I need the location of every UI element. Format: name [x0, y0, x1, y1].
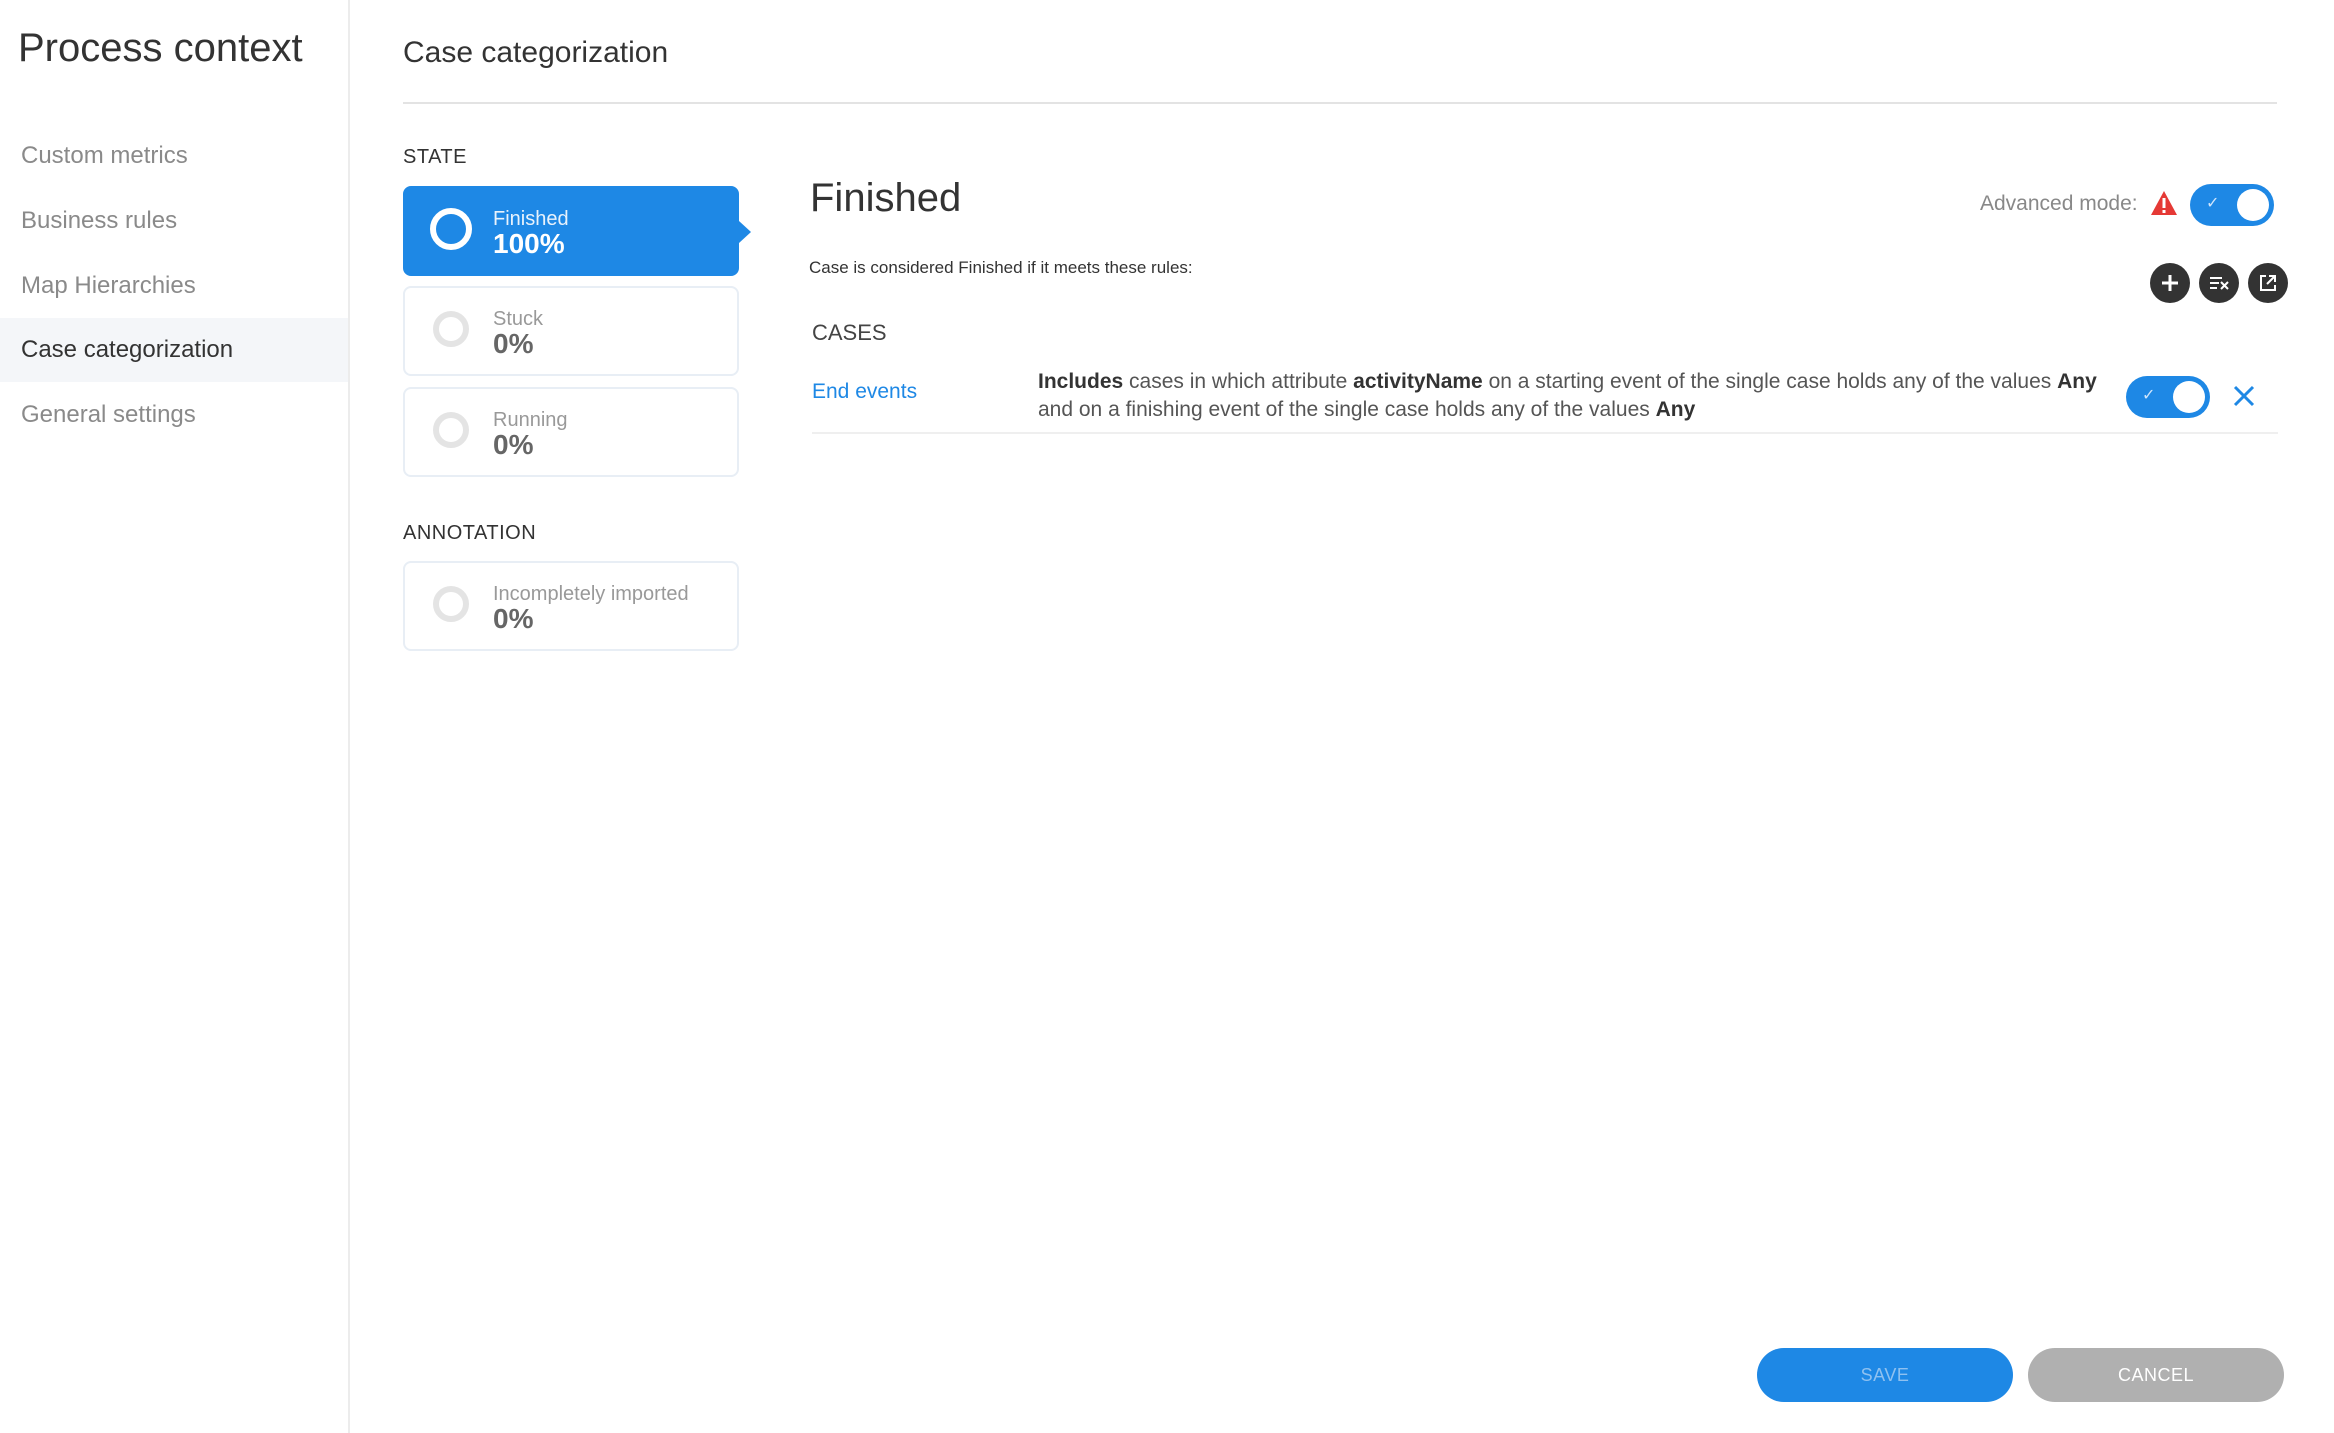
sidebar-item-map-hierarchies[interactable]: Map Hierarchies: [0, 254, 348, 318]
close-icon[interactable]: [2230, 382, 2258, 410]
annotation-card-incompletely-imported[interactable]: Incompletely imported 0%: [403, 561, 739, 651]
check-icon: ✓: [2142, 385, 2156, 404]
warning-icon: [2151, 191, 2177, 215]
rule-text-span: on a starting event of the single case h…: [1482, 370, 2058, 393]
clear-filter-icon: [2210, 277, 2229, 290]
export-icon: [2260, 275, 2276, 291]
annotation-section-label: ANNOTATION: [403, 522, 537, 544]
sidebar-item-business-rules[interactable]: Business rules: [0, 189, 348, 253]
clear-rules-button[interactable]: [2199, 263, 2239, 303]
advanced-mode-toggle[interactable]: ✓: [2190, 184, 2274, 226]
state-ring-icon: [433, 412, 469, 448]
state-card-percent: 0%: [493, 328, 534, 359]
state-card-finished[interactable]: Finished 100%: [403, 186, 751, 276]
state-card-percent: 100%: [493, 228, 565, 259]
state-ring-icon: [433, 586, 469, 622]
page-title: Case categorization: [403, 36, 669, 69]
rule-row: End events Includes cases in which attri…: [812, 358, 2278, 434]
check-icon: ✓: [2206, 193, 2220, 212]
rule-text-strong: activityName: [1353, 370, 1483, 393]
selected-arrow-icon: [739, 221, 751, 243]
export-rules-button[interactable]: [2248, 263, 2288, 303]
rule-caption: Case is considered Finished if it meets …: [809, 258, 1193, 277]
sidebar-item-case-categorization[interactable]: Case categorization: [0, 318, 348, 382]
state-card-percent: 0%: [493, 429, 534, 460]
state-card-running[interactable]: Running 0%: [403, 387, 739, 477]
cancel-button[interactable]: CANCEL: [2028, 1348, 2284, 1402]
sidebar: Process context Custom metrics Business …: [0, 0, 350, 1433]
state-card-percent: 0%: [493, 603, 534, 634]
header-divider: [403, 102, 2277, 104]
advanced-mode-label: Advanced mode:: [1980, 192, 2138, 215]
toggle-knob: [2237, 189, 2269, 221]
rule-description: Includes cases in which attribute activi…: [1038, 368, 2098, 424]
save-button[interactable]: SAVE: [1757, 1348, 2013, 1402]
rule-text-strong: Any: [1655, 398, 1696, 421]
rule-enabled-toggle[interactable]: ✓: [2126, 376, 2210, 418]
rule-text-span: cases in which attribute: [1123, 370, 1354, 393]
add-icon: [2162, 275, 2178, 291]
rule-text-strong: Any: [2057, 370, 2097, 393]
cases-section-label: CASES: [812, 320, 887, 345]
state-ring-icon: [433, 311, 469, 347]
rule-text-strong: Includes: [1038, 370, 1124, 393]
rule-text-span: and on a finishing event of the single c…: [1038, 398, 1656, 421]
state-card-stuck[interactable]: Stuck 0%: [403, 286, 739, 376]
rule-name-link[interactable]: End events: [812, 380, 917, 404]
detail-title: Finished: [810, 176, 962, 220]
add-rule-button[interactable]: [2150, 263, 2190, 303]
toggle-knob: [2173, 381, 2205, 413]
sidebar-item-general-settings[interactable]: General settings: [0, 383, 348, 447]
sidebar-title: Process context: [18, 26, 303, 70]
state-ring-icon: [430, 208, 472, 250]
state-section-label: STATE: [403, 146, 467, 168]
sidebar-item-custom-metrics[interactable]: Custom metrics: [0, 124, 348, 188]
